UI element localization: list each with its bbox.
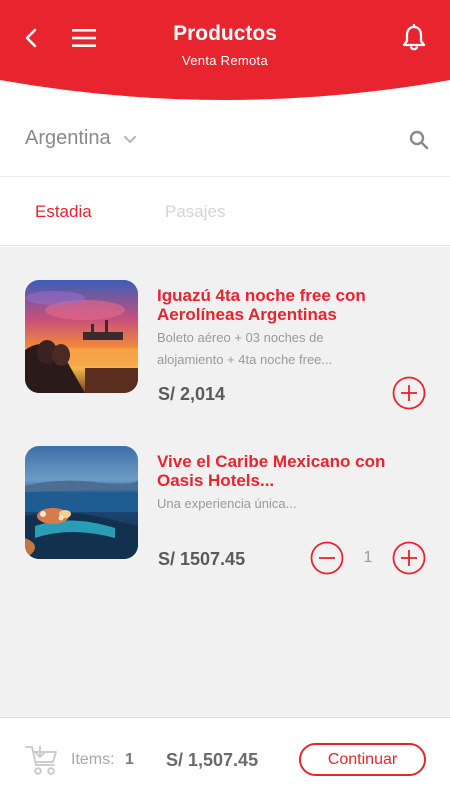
country-selected-value: Argentina <box>25 127 111 149</box>
tab-estadia[interactable]: Estadia <box>35 202 92 222</box>
increase-quantity-button[interactable] <box>392 541 426 575</box>
chevron-down-icon <box>123 135 136 143</box>
country-filter-bar: Argentina <box>0 105 450 177</box>
cart-total: S/ 1,507.45 <box>166 750 259 770</box>
country-dropdown[interactable]: Argentina <box>25 127 137 150</box>
shopping-cart-icon[interactable] <box>24 743 60 777</box>
search-icon[interactable] <box>408 129 430 151</box>
product-description: Una experiencia única... <box>157 496 297 511</box>
product-title: Vive el Caribe Mexicano con Oasis Hotels… <box>157 452 386 490</box>
items-label: Items: <box>71 751 115 768</box>
product-list: Iguazú 4ta noche free con Aerolíneas Arg… <box>0 247 450 717</box>
product-card[interactable]: Iguazú 4ta noche free con Aerolíneas Arg… <box>0 280 450 420</box>
decrease-quantity-button[interactable] <box>310 541 344 575</box>
sunset-beach-couple-image <box>25 280 138 393</box>
continue-button[interactable]: Continuar <box>299 743 426 776</box>
product-description: Boleto aéreo + 03 noches de alojamiento … <box>157 330 333 367</box>
add-to-cart-button[interactable] <box>392 376 426 410</box>
cart-summary-bar: Items: 1 S/ 1,507.45 Continuar <box>0 717 450 800</box>
app-screen: Productos Venta Remota Argentina Estadia… <box>0 0 450 800</box>
quantity-value: 1 <box>363 549 373 566</box>
product-price: S/ 1507.45 <box>158 549 246 569</box>
notifications-button[interactable] <box>394 18 434 58</box>
items-count: 1 <box>125 751 134 768</box>
page-subtitle: Venta Remota <box>182 53 268 68</box>
product-card[interactable]: Vive el Caribe Mexicano con Oasis Hotels… <box>0 446 450 586</box>
product-price: S/ 2,014 <box>158 384 226 404</box>
page-title: Productos <box>173 22 277 45</box>
header: Productos Venta Remota <box>0 0 450 105</box>
category-tabs: Estadia Pasajes <box>0 178 450 246</box>
caribbean-resort-pool-image <box>25 446 138 559</box>
tab-pasajes[interactable]: Pasajes <box>165 202 225 222</box>
bell-icon <box>402 24 426 51</box>
product-title: Iguazú 4ta noche free con Aerolíneas Arg… <box>157 286 366 324</box>
